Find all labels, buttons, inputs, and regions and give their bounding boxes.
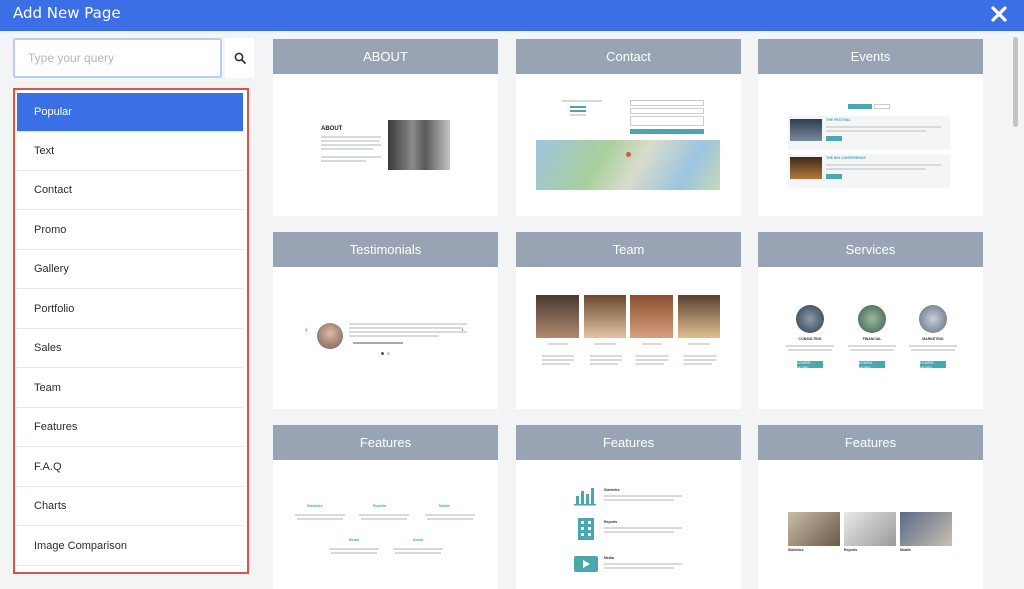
template-card-testimonials[interactable]: Testimonials ‹ ›	[273, 232, 498, 409]
category-text[interactable]: Text	[17, 132, 243, 171]
dialog-header: Add New Page	[0, 0, 1024, 31]
template-card-team[interactable]: Team	[516, 232, 741, 409]
service-title: MARKETING	[922, 337, 944, 341]
close-icon[interactable]	[990, 5, 1008, 23]
category-contact[interactable]: Contact	[17, 171, 243, 210]
template-card-title: Testimonials	[273, 232, 498, 267]
page-scrollbar[interactable]	[1013, 37, 1018, 127]
learn-more-button: LEARN MORE	[920, 360, 946, 370]
template-card-title: Events	[758, 39, 983, 74]
template-card-title: Team	[516, 232, 741, 267]
event-title: THE FESTIVAL	[826, 118, 851, 122]
search-icon	[234, 52, 246, 64]
template-preview: ABOUT	[273, 74, 498, 216]
category-portfolio[interactable]: Portfolio	[17, 290, 243, 329]
learn-more-button: LEARN MORE	[797, 360, 823, 370]
template-preview: Statistics Reports Mobile	[758, 460, 983, 589]
template-card-contact[interactable]: Contact	[516, 39, 741, 216]
template-preview	[516, 267, 741, 409]
feature-title: Statistics	[604, 488, 620, 492]
service-title: CONSULTING	[798, 337, 822, 341]
office-image	[388, 120, 450, 170]
category-gallery[interactable]: Gallery	[17, 250, 243, 289]
template-preview: CONSULTING FINANCIAL MARKETING LEARN MOR…	[758, 267, 983, 409]
template-card-title: Features	[758, 425, 983, 460]
template-preview	[516, 74, 741, 216]
video-icon	[574, 556, 598, 572]
service-title: FINANCIAL	[862, 337, 882, 341]
category-image-comparison[interactable]: Image Comparison	[17, 527, 243, 566]
template-card-title: ABOUT	[273, 39, 498, 74]
category-popular[interactable]: Popular	[17, 93, 243, 132]
template-card-title: Features	[273, 425, 498, 460]
category-promo[interactable]: Promo	[17, 211, 243, 250]
feature-title: Reports	[373, 504, 387, 508]
search-input[interactable]	[13, 38, 222, 78]
search-box	[13, 38, 254, 78]
feature-title: Media	[349, 538, 359, 542]
category-charts[interactable]: Charts	[17, 487, 243, 526]
category-features[interactable]: Features	[17, 408, 243, 447]
feature-title: Mobile	[900, 548, 912, 552]
template-card-title: Features	[516, 425, 741, 460]
learn-more-button: LEARN MORE	[859, 360, 885, 370]
building-icon	[578, 518, 594, 540]
category-sales[interactable]: Sales	[17, 329, 243, 368]
template-card-title: Services	[758, 232, 983, 267]
feature-title: Reports	[604, 520, 618, 524]
feature-title: Statistics	[788, 548, 804, 552]
preview-heading: ABOUT	[321, 126, 343, 132]
search-button[interactable]	[225, 38, 254, 78]
dialog-title: Add New Page	[13, 4, 121, 22]
dialog-content: Popular Text Contact Promo Gallery Portf…	[0, 31, 1024, 589]
bar-chart-icon	[574, 486, 596, 506]
category-scrollbar[interactable]	[247, 93, 249, 363]
feature-title: Statistics	[307, 504, 323, 508]
feature-title: Reports	[844, 548, 858, 552]
category-faq[interactable]: F.A.Q	[17, 448, 243, 487]
template-card-features-2[interactable]: Features Statistics Reports Media	[516, 425, 741, 589]
template-preview: Statistics Reports Media	[516, 460, 741, 589]
template-preview: ‹ ›	[273, 267, 498, 409]
template-card-title: Contact	[516, 39, 741, 74]
template-card-services[interactable]: Services CONSULTING FINANCIAL MARKETING …	[758, 232, 983, 409]
template-preview: Statistics Reports Mobile Media Social	[273, 460, 498, 589]
feature-title: Media	[604, 556, 614, 560]
category-team[interactable]: Team	[17, 369, 243, 408]
template-card-events[interactable]: Events THE FESTIVAL THE BIG CONFERENCE	[758, 39, 983, 216]
category-list: Popular Text Contact Promo Gallery Portf…	[13, 88, 249, 574]
feature-title: Mobile	[439, 504, 451, 508]
event-title: THE BIG CONFERENCE	[826, 156, 866, 160]
template-preview: THE FESTIVAL THE BIG CONFERENCE	[758, 74, 983, 216]
template-card-about[interactable]: ABOUT ABOUT	[273, 39, 498, 216]
template-card-features-1[interactable]: Features Statistics Reports Mobile Media…	[273, 425, 498, 589]
map-image	[536, 140, 720, 190]
template-card-features-3[interactable]: Features Statistics Reports Mobile	[758, 425, 983, 589]
feature-title: Social	[413, 538, 424, 542]
